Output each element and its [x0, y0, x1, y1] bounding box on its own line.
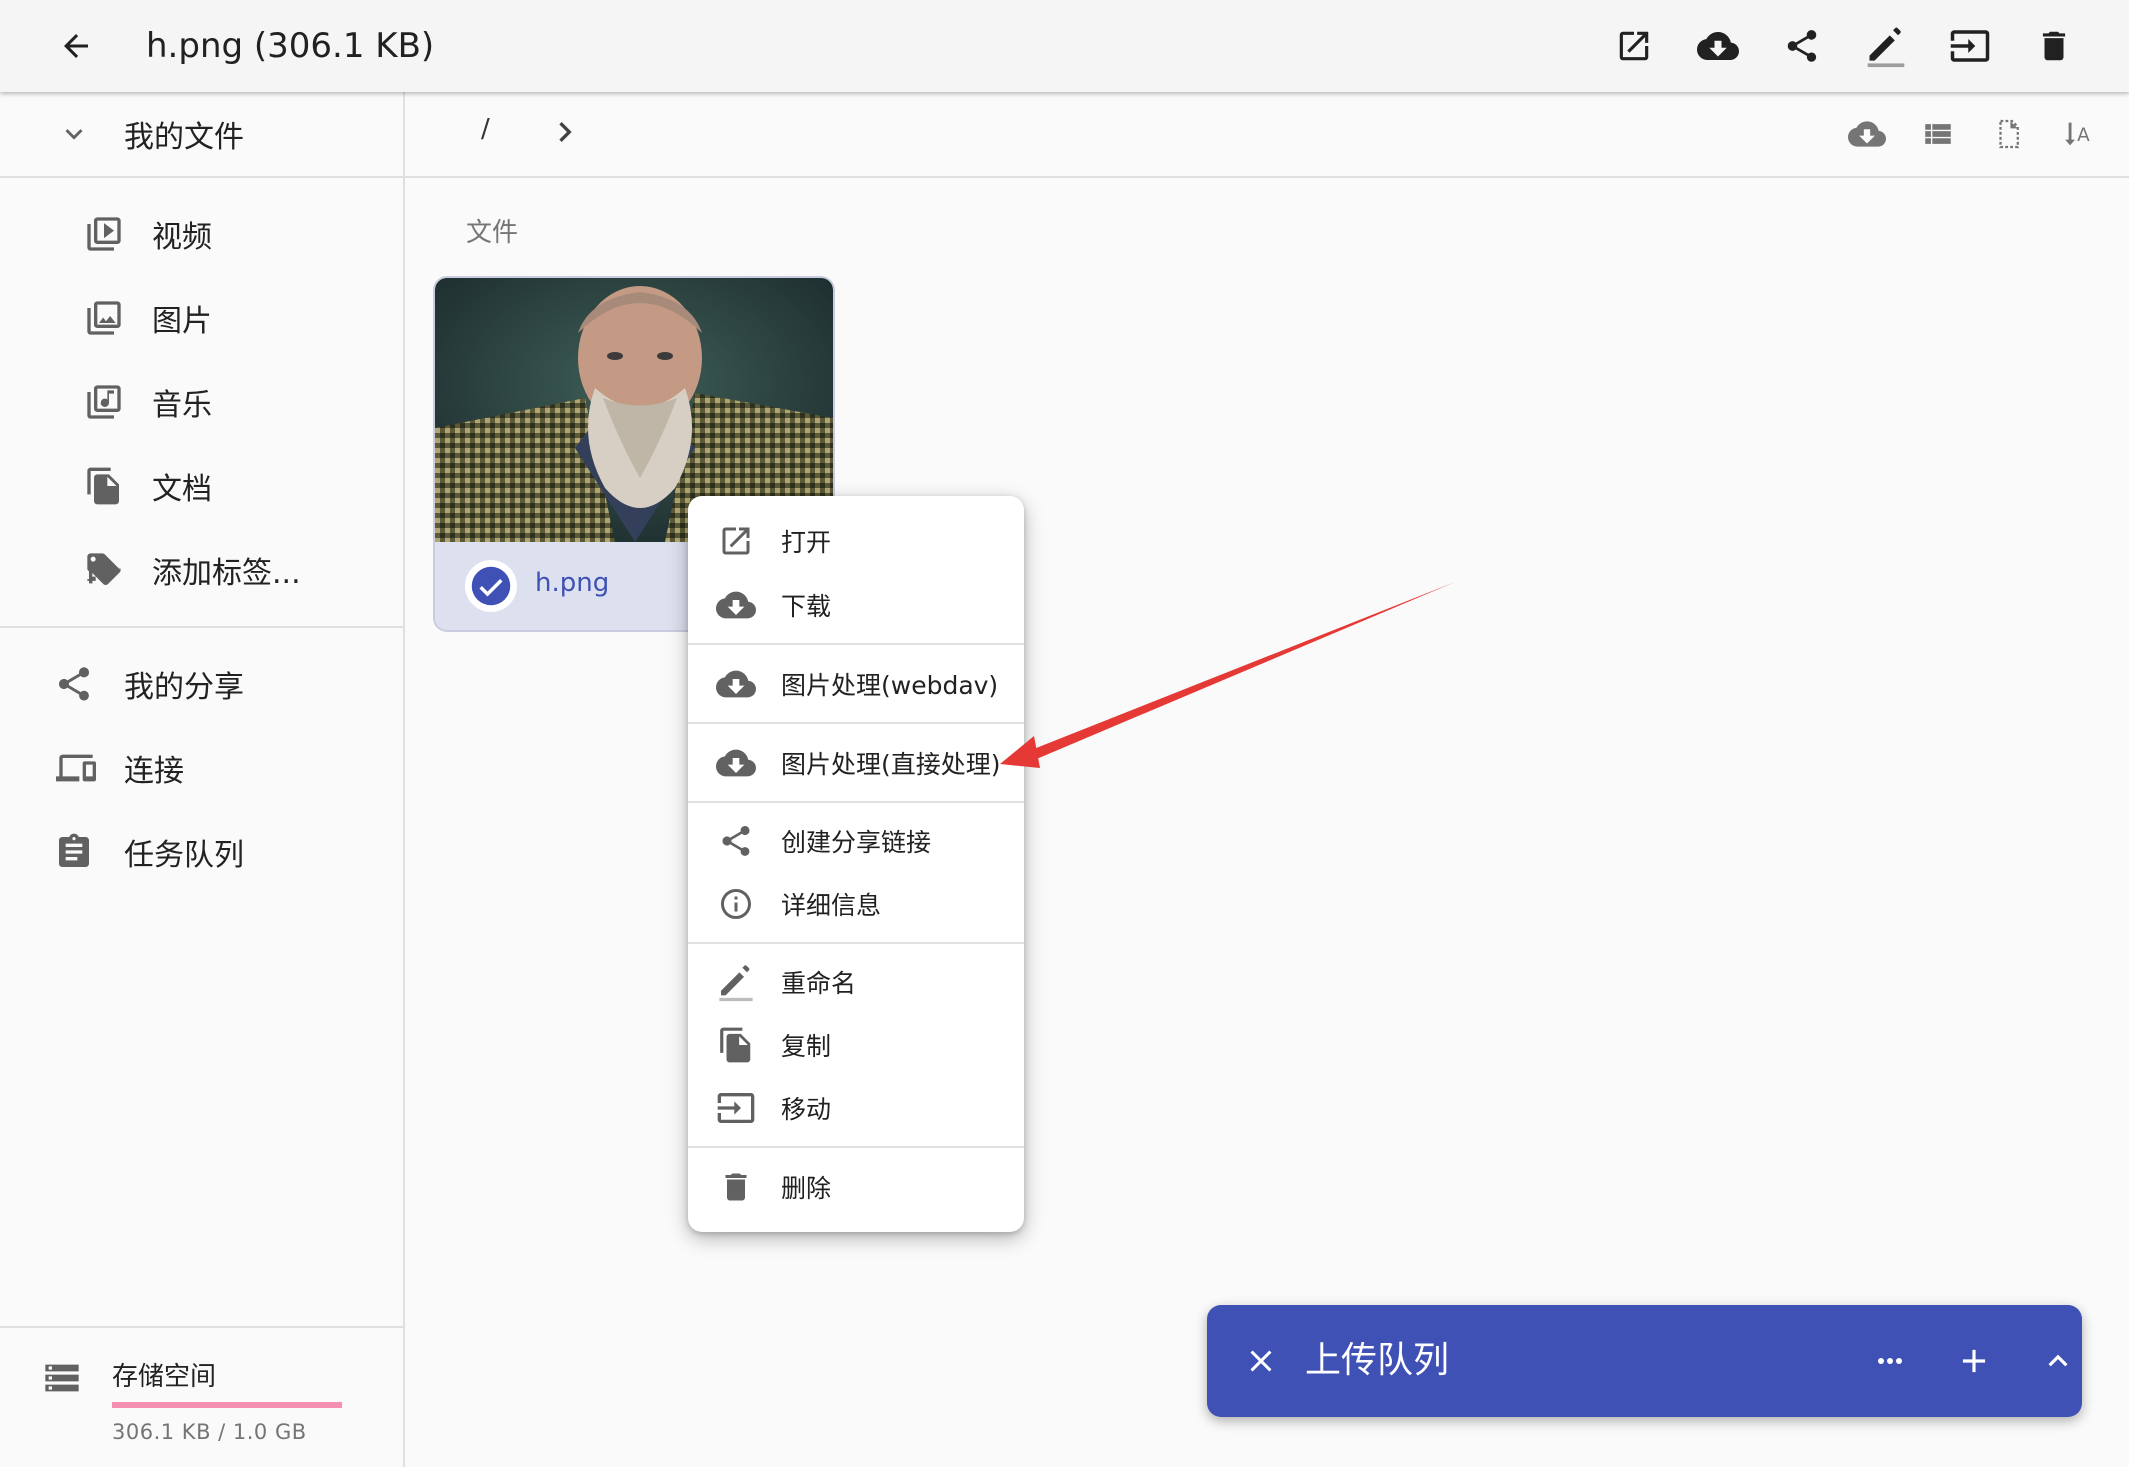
- sidebar: 我的文件 视频 图片 音乐 文档 添加标签... 我的分享 连接 任务队列: [0, 92, 405, 1467]
- add-tag-icon: [84, 550, 124, 590]
- sidebar-item-label: 视频: [152, 220, 212, 255]
- share-icon: [54, 664, 94, 704]
- upload-queue-title: 上传队列: [1305, 1340, 1450, 1381]
- back-arrow-icon[interactable]: [44, 14, 108, 78]
- sort-text-icon[interactable]: A: [2056, 110, 2104, 158]
- breadcrumb-root[interactable]: /: [481, 114, 490, 144]
- close-icon[interactable]: [1229, 1329, 1293, 1393]
- menu-item-label: 打开: [781, 528, 832, 557]
- page-title: h.png (306.1 KB): [146, 26, 435, 66]
- menu-item-label: 创建分享链接: [781, 828, 932, 857]
- storage-usage: 306.1 KB / 1.0 GB: [112, 1420, 307, 1444]
- menu-item-image-process-webdav[interactable]: 图片处理(webdav): [688, 653, 1024, 715]
- menu-divider: [688, 722, 1024, 724]
- music-library-icon: [84, 382, 124, 422]
- menu-item-label: 删除: [781, 1174, 832, 1203]
- documents-icon: [84, 466, 124, 506]
- context-menu: 打开 下载 图片处理(webdav) 图片处理(直接处理) 创建分享链接 详细信…: [688, 496, 1024, 1232]
- sidebar-my-files-label: 我的文件: [124, 120, 244, 155]
- list-view-icon[interactable]: [1914, 110, 1962, 158]
- menu-item-label: 下载: [781, 592, 832, 621]
- menu-item-label: 移动: [781, 1095, 832, 1124]
- file-outline-icon[interactable]: [1985, 110, 2033, 158]
- sidebar-item-label: 任务队列: [124, 838, 244, 873]
- cloud-download-icon: [714, 583, 758, 627]
- menu-divider: [688, 643, 1024, 645]
- add-icon[interactable]: [1942, 1329, 2006, 1393]
- sidebar-item-music[interactable]: 音乐: [84, 374, 212, 430]
- menu-item-details[interactable]: 详细信息: [688, 873, 1024, 935]
- copy-icon: [714, 1023, 758, 1067]
- divider: [0, 626, 403, 628]
- sidebar-item-video[interactable]: 视频: [84, 206, 212, 262]
- devices-icon: [54, 748, 98, 788]
- assignment-icon: [54, 832, 94, 872]
- sidebar-item-label: 图片: [152, 304, 212, 339]
- storage-label: 存储空间: [112, 1362, 217, 1392]
- file-name: h.png: [535, 568, 610, 598]
- sidebar-item-connections[interactable]: 连接: [54, 740, 184, 796]
- menu-divider: [688, 801, 1024, 803]
- sidebar-item-label: 音乐: [152, 388, 212, 423]
- photo-library-icon: [84, 298, 124, 338]
- breadcrumb-bar: / A: [405, 92, 2129, 178]
- cloud-download-icon: [714, 741, 758, 785]
- menu-item-move[interactable]: 移动: [688, 1077, 1024, 1139]
- sidebar-item-task-queue[interactable]: 任务队列: [54, 824, 244, 880]
- more-icon[interactable]: [1858, 1329, 1922, 1393]
- sidebar-my-files[interactable]: 我的文件: [54, 108, 244, 160]
- menu-item-label: 复制: [781, 1032, 832, 1061]
- share-icon[interactable]: [1770, 14, 1834, 78]
- storage-progress-fill: [112, 1402, 342, 1408]
- rename-icon[interactable]: [1854, 14, 1918, 78]
- check-circle-icon[interactable]: [465, 560, 517, 612]
- storage-progress-bar: [112, 1402, 342, 1408]
- video-library-icon: [84, 214, 124, 254]
- menu-item-rename[interactable]: 重命名: [688, 951, 1024, 1013]
- sidebar-item-label: 我的分享: [124, 670, 244, 705]
- delete-icon[interactable]: [2022, 14, 2086, 78]
- delete-icon: [714, 1165, 758, 1209]
- menu-divider: [688, 1146, 1024, 1148]
- menu-item-label: 重命名: [781, 969, 857, 998]
- chevron-right-icon[interactable]: [545, 112, 585, 152]
- sidebar-item-label: 添加标签...: [152, 556, 301, 591]
- expand-icon[interactable]: [2026, 1329, 2090, 1393]
- top-app-bar: h.png (306.1 KB): [0, 0, 2129, 92]
- menu-item-label: 图片处理(直接处理): [781, 750, 1001, 779]
- divider: [0, 176, 403, 178]
- open-in-new-icon[interactable]: [1602, 14, 1666, 78]
- menu-item-copy[interactable]: 复制: [688, 1014, 1024, 1076]
- svg-text:A: A: [2077, 125, 2090, 146]
- sidebar-item-add-tag[interactable]: 添加标签...: [84, 542, 301, 598]
- sidebar-item-documents[interactable]: 文档: [84, 458, 212, 514]
- menu-item-label: 详细信息: [781, 891, 882, 920]
- menu-divider: [688, 942, 1024, 944]
- rename-icon: [714, 960, 758, 1004]
- menu-item-label: 图片处理(webdav): [781, 671, 999, 700]
- move-icon: [714, 1086, 758, 1130]
- cloud-download-icon[interactable]: [1843, 110, 1891, 158]
- section-label: 文件: [466, 218, 519, 248]
- open-in-new-icon: [714, 519, 758, 563]
- cloud-download-icon: [714, 662, 758, 706]
- upload-queue-panel[interactable]: 上传队列: [1207, 1305, 2082, 1417]
- menu-item-open[interactable]: 打开: [688, 510, 1024, 572]
- sidebar-item-label: 连接: [124, 754, 184, 789]
- share-icon: [714, 819, 758, 863]
- download-icon[interactable]: [1686, 14, 1750, 78]
- menu-item-image-process-direct[interactable]: 图片处理(直接处理): [688, 732, 1024, 794]
- move-icon[interactable]: [1938, 14, 2002, 78]
- sidebar-item-label: 文档: [152, 472, 212, 507]
- menu-item-delete[interactable]: 删除: [688, 1156, 1024, 1218]
- chevron-down-icon[interactable]: [54, 117, 94, 151]
- sidebar-item-my-shares[interactable]: 我的分享: [54, 656, 244, 712]
- menu-item-download[interactable]: 下载: [688, 574, 1024, 636]
- info-icon: [714, 882, 758, 926]
- divider: [0, 1326, 403, 1328]
- sidebar-item-images[interactable]: 图片: [84, 290, 212, 346]
- storage-icon: [42, 1358, 82, 1398]
- menu-item-create-share-link[interactable]: 创建分享链接: [688, 810, 1024, 872]
